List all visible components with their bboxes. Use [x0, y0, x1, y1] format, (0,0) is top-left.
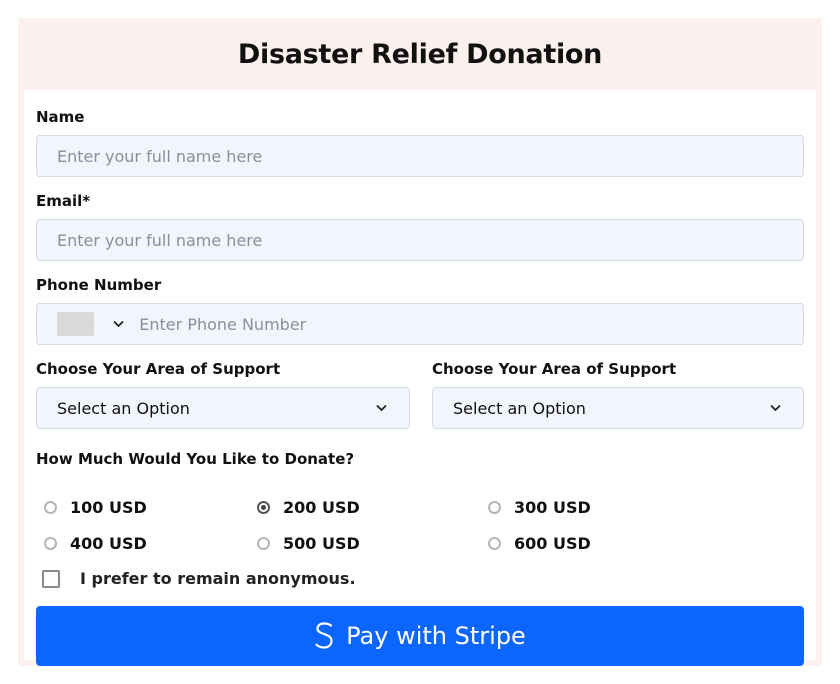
donation-form-frame: Disaster Relief Donation Name Email* Pho…: [18, 18, 822, 666]
phone-field-wrapper: [36, 303, 804, 345]
name-field-wrapper: [36, 135, 804, 177]
donation-option-label: 400 USD: [70, 534, 147, 553]
radio-icon: [488, 501, 501, 514]
email-label: Email*: [36, 192, 91, 210]
support-right-label: Choose Your Area of Support: [432, 360, 677, 378]
email-input[interactable]: [57, 230, 803, 250]
donation-option-300[interactable]: 300 USD: [488, 498, 591, 517]
donation-option-400[interactable]: 400 USD: [44, 534, 147, 553]
name-input[interactable]: [57, 146, 803, 166]
phone-input[interactable]: [139, 314, 803, 334]
chevron-down-icon: [376, 404, 387, 412]
support-left-select[interactable]: Select an Option: [36, 387, 410, 429]
radio-icon: [44, 537, 57, 550]
donation-option-label: 200 USD: [283, 498, 360, 517]
radio-icon: [44, 501, 57, 514]
radio-checked-icon: [257, 501, 270, 514]
donation-option-label: 300 USD: [514, 498, 591, 517]
donation-option-200[interactable]: 200 USD: [257, 498, 360, 517]
stripe-s-icon: [315, 622, 333, 649]
donation-label: How Much Would You Like to Donate?: [36, 450, 355, 468]
radio-icon: [488, 537, 501, 550]
donation-option-100[interactable]: 100 USD: [44, 498, 147, 517]
donation-option-label: 500 USD: [283, 534, 360, 553]
pay-with-stripe-button[interactable]: Pay with Stripe: [36, 606, 804, 666]
country-dropdown-chevron-icon[interactable]: [106, 320, 131, 328]
anonymous-checkbox[interactable]: [42, 569, 60, 588]
support-left-value: Select an Option: [57, 398, 190, 418]
email-field-wrapper: [36, 219, 804, 261]
donation-option-label: 600 USD: [514, 534, 591, 553]
donation-option-label: 100 USD: [70, 498, 147, 517]
support-right-value: Select an Option: [453, 398, 586, 418]
support-left-label: Choose Your Area of Support: [36, 360, 281, 378]
title-bar: Disaster Relief Donation: [18, 18, 822, 90]
support-right-select[interactable]: Select an Option: [432, 387, 804, 429]
country-flag-icon[interactable]: [57, 312, 95, 336]
name-label: Name: [36, 108, 85, 126]
donation-option-500[interactable]: 500 USD: [257, 534, 360, 553]
anonymous-label: I prefer to remain anonymous.: [80, 569, 356, 588]
phone-label: Phone Number: [36, 276, 162, 294]
pay-button-label: Pay with Stripe: [346, 622, 526, 650]
anonymous-checkbox-row[interactable]: I prefer to remain anonymous.: [42, 569, 356, 588]
donation-form: Name Email* Phone Number Choose Your Are…: [24, 90, 816, 666]
page-title: Disaster Relief Donation: [237, 38, 603, 70]
donation-option-600[interactable]: 600 USD: [488, 534, 591, 553]
radio-icon: [257, 537, 270, 550]
chevron-down-icon: [770, 404, 781, 412]
